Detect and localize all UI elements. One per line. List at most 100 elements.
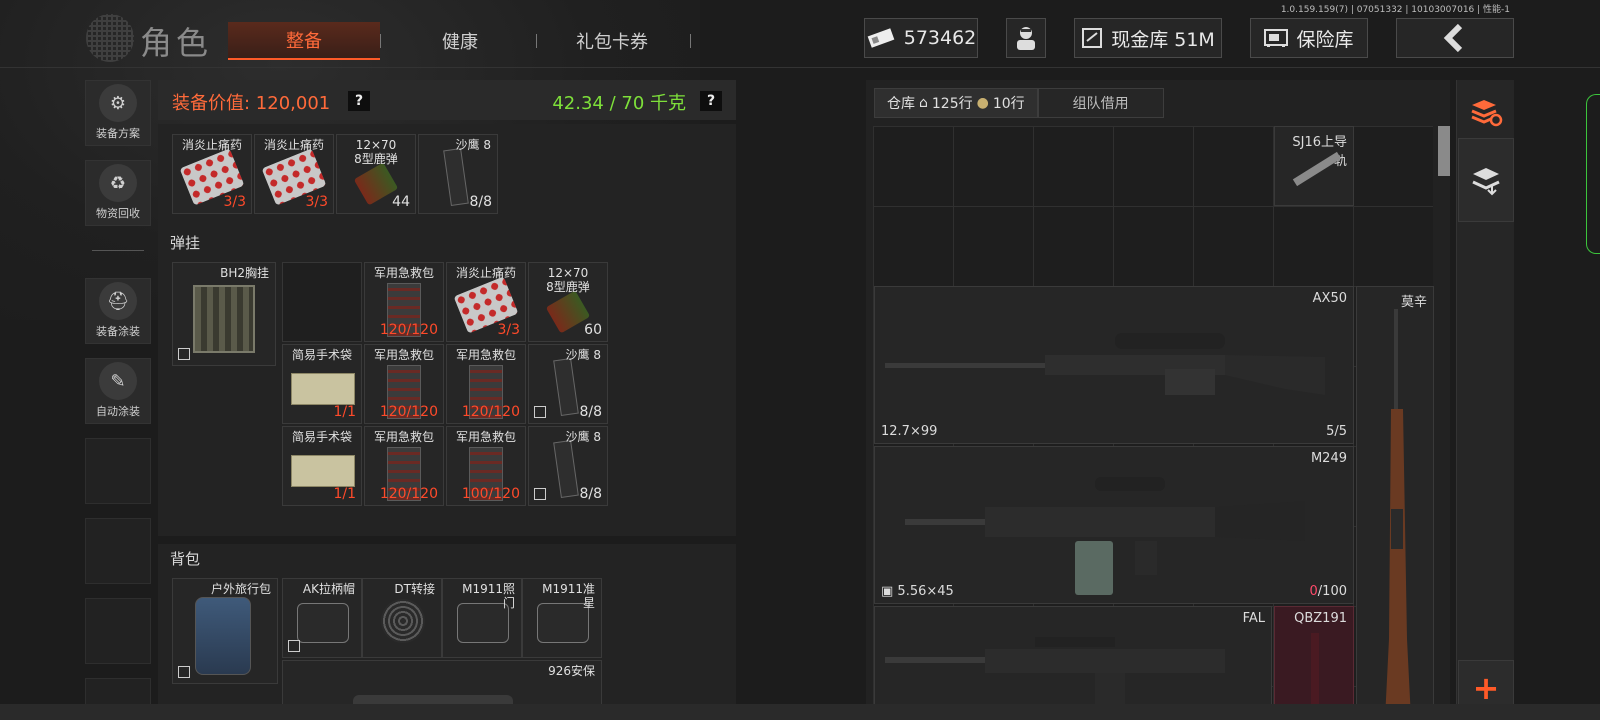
loadout-value: 装备价值: 120,001 <box>172 93 331 114</box>
cash-vault-label: 现金库 51M <box>1111 28 1215 51</box>
item-name: AX50 <box>1312 291 1347 306</box>
currency-display[interactable]: 573462 <box>864 18 978 58</box>
loadout-icon: ⚙ <box>99 84 137 122</box>
ammo-caliber: ▣ 5.56×45 <box>881 584 954 599</box>
chest-rig-slot[interactable]: BH2胸挂 <box>172 262 276 366</box>
operator-icon <box>1013 24 1039 52</box>
globe-icon <box>86 14 134 62</box>
insured-icon <box>178 348 190 360</box>
rig-slot[interactable]: 12×70 8型鹿弹 60 <box>528 262 608 342</box>
magazine-icon <box>553 440 579 498</box>
auto-paint-icon: ✎ <box>99 362 137 400</box>
item-count: 5/5 <box>1326 424 1347 439</box>
tab-loadout[interactable]: 整备 <box>228 22 380 60</box>
vault-doc-icon <box>1081 27 1103 49</box>
item-name: 926安保 <box>548 664 595 678</box>
tab-divider <box>690 34 691 48</box>
backpack-item-slot[interactable]: M1911准 星 <box>522 578 602 658</box>
recycle-button[interactable]: ♻ 物资回收 <box>85 160 151 226</box>
warehouse-item[interactable]: 莫辛 <box>1356 286 1434 720</box>
item-qty: 3/3 <box>497 322 520 338</box>
warehouse-tab-label: 仓库 <box>887 96 915 112</box>
item-name: BH2胸挂 <box>220 266 269 280</box>
safe-box-button[interactable]: 保险库 <box>1250 18 1368 58</box>
item-name: FAL <box>1242 611 1265 626</box>
item-qty: 44 <box>392 194 410 210</box>
item-name: M1911准 星 <box>542 582 595 610</box>
item-name: 军用急救包 <box>455 430 516 444</box>
item-name: 沙鹰 8 <box>455 138 491 152</box>
operator-button[interactable] <box>1006 18 1046 58</box>
rig-slot[interactable]: 军用急救包 120/120 <box>446 344 526 424</box>
rig-slot[interactable]: 简易手术袋 1/1 <box>282 426 362 506</box>
rig-slot[interactable]: 军用急救包 120/120 <box>364 426 444 506</box>
item-name: 军用急救包 <box>455 348 516 362</box>
deposit-button[interactable] <box>1458 138 1514 222</box>
sidebar-divider <box>92 250 144 251</box>
tab-warehouse[interactable]: 仓库 ⌂ 125行 ● 10行 <box>874 88 1038 118</box>
charging-handle-icon <box>297 603 349 643</box>
rig-slot[interactable]: 军用急救包 100/120 <box>446 426 526 506</box>
rig-empty-slot[interactable] <box>282 262 362 342</box>
item-name: 沙鹰 8 <box>565 430 601 444</box>
item-qty: 8/8 <box>579 404 602 420</box>
back-button[interactable] <box>1396 18 1514 58</box>
pocket-slot[interactable]: 消炎止痛药 3/3 <box>172 134 252 214</box>
item-name: 军用急救包 <box>373 430 434 444</box>
gear-paint-button[interactable]: ⛑ 装备涂装 <box>85 278 151 344</box>
home-icon: ⌂ <box>919 95 928 111</box>
tab-gift-cards[interactable]: 礼包卡券 <box>536 22 688 60</box>
auto-paint-button[interactable]: ✎ 自动涂装 <box>85 358 151 424</box>
backpack-item-slot[interactable]: M1911照 门 <box>442 578 522 658</box>
loadout-plan-label: 装备方案 <box>96 127 140 140</box>
tab-team-borrow[interactable]: 组队借用 <box>1037 88 1164 118</box>
weight-help-button[interactable]: ? <box>700 91 722 111</box>
insured-icon <box>534 406 546 418</box>
stack-download-icon <box>1472 168 1500 196</box>
sidebar-empty-slot <box>85 438 151 504</box>
backpack-item-slot[interactable]: DT转接 <box>362 578 442 658</box>
back-arrow-icon <box>1442 24 1468 52</box>
scrollbar[interactable] <box>1438 126 1450 176</box>
plus-icon: + <box>1472 669 1500 707</box>
warehouse-item[interactable]: AX50 12.7×99 5/5 <box>874 286 1354 444</box>
rig-slot[interactable]: 沙鹰 8 8/8 <box>528 426 608 506</box>
ammo-caliber: 12.7×99 <box>881 424 938 439</box>
warehouse-item[interactable]: FAL <box>874 606 1272 720</box>
pocket-slot[interactable]: 沙鹰 8 8/8 <box>418 134 498 214</box>
side-drawer-handle[interactable] <box>1586 94 1600 254</box>
warehouse-item[interactable]: QBZ191 <box>1274 606 1354 720</box>
rig-slot[interactable]: 沙鹰 8 8/8 <box>528 344 608 424</box>
rig-slot[interactable]: 简易手术袋 1/1 <box>282 344 362 424</box>
rig-slot[interactable]: 消炎止痛药 3/3 <box>446 262 526 342</box>
pocket-slot[interactable]: 消炎止痛药 3/3 <box>254 134 334 214</box>
value-help-button[interactable]: ? <box>348 91 370 111</box>
item-name: DT转接 <box>394 582 435 596</box>
warehouse-item[interactable]: SJ16上导 轨 <box>1274 126 1354 206</box>
rig-slot[interactable]: 军用急救包 120/120 <box>364 262 444 342</box>
surgical-kit-icon <box>291 373 355 405</box>
cash-vault-button[interactable]: 现金库 51M <box>1074 18 1222 58</box>
recycle-icon: ♻ <box>99 164 137 202</box>
backpack-item-slot[interactable]: AK拉柄帽 <box>282 578 362 658</box>
sort-button[interactable] <box>1458 84 1514 140</box>
recycle-label: 物资回收 <box>96 207 140 220</box>
backpack-slot[interactable]: 户外旅行包 <box>172 578 278 684</box>
item-name: 沙鹰 8 <box>565 348 601 362</box>
rig-slot[interactable]: 军用急救包 120/120 <box>364 344 444 424</box>
gear-paint-label: 装备涂装 <box>96 325 140 338</box>
bolt-rifle-icon <box>1385 309 1411 719</box>
pocket-slot[interactable]: 12×70 8型鹿弹 44 <box>336 134 416 214</box>
safe-box-label: 保险库 <box>1296 28 1354 51</box>
item-qty: 3/3 <box>305 194 328 210</box>
item-qty: 120/120 <box>461 404 520 420</box>
currency-amount: 573462 <box>903 27 977 49</box>
warehouse-item[interactable]: M249 ▣ 5.56×45 0/100 <box>874 446 1354 604</box>
machine-gun-icon <box>905 477 1305 595</box>
loadout-plan-button[interactable]: ⚙ 装备方案 <box>85 80 151 146</box>
insured-icon <box>534 488 546 500</box>
item-name: 户外旅行包 <box>210 582 271 596</box>
tab-health[interactable]: 健康 <box>384 22 536 60</box>
auto-paint-label: 自动涂装 <box>96 405 140 418</box>
item-qty: 1/1 <box>333 486 356 502</box>
